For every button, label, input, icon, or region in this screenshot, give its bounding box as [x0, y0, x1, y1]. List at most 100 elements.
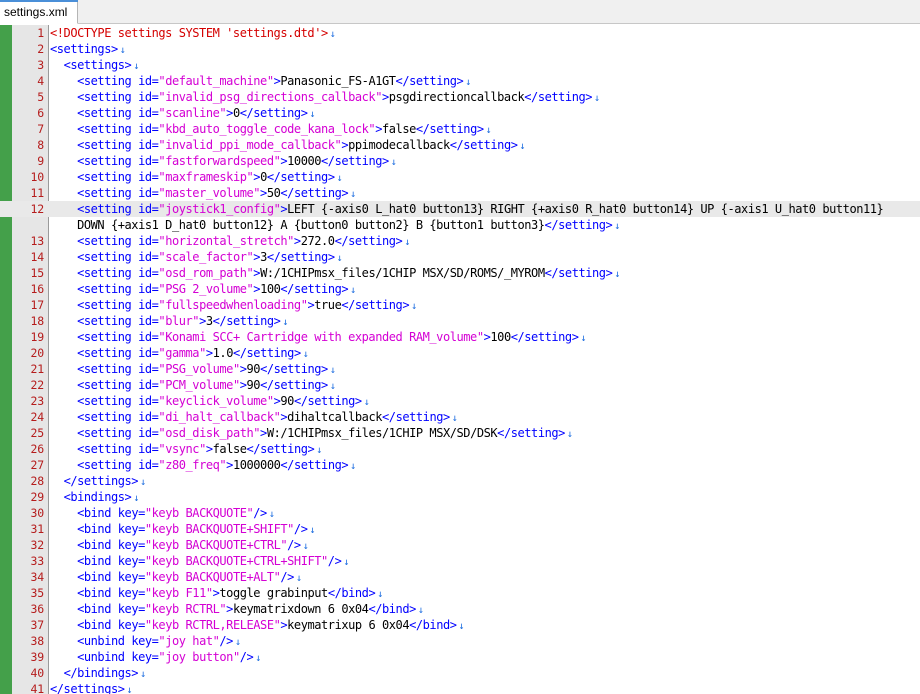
code-line[interactable]: 22 <setting id="PCM_volume">90</setting>…: [0, 377, 920, 393]
token-val: "osd_disk_path": [158, 426, 261, 440]
line-number: 39: [30, 650, 45, 664]
token-txt: DOWN {+axis1 D_hat0 button12} A {button0…: [50, 218, 545, 232]
token-txt: 100: [490, 330, 511, 344]
token-tag: </setting>: [266, 250, 335, 264]
code-line[interactable]: 13 <setting id="horizontal_stretch">272.…: [0, 233, 920, 249]
code-line[interactable]: 4 <setting id="default_machine">Panasoni…: [0, 73, 920, 89]
code-line[interactable]: 7 <setting id="kbd_auto_toggle_code_kana…: [0, 121, 920, 137]
code-line[interactable]: 11 <setting id="master_volume">50</setti…: [0, 185, 920, 201]
newline-arrow-icon: ↓: [234, 637, 241, 648]
code-line[interactable]: 29 <bindings> ↓: [0, 489, 920, 505]
code-line[interactable]: 14 <setting id="scale_factor">3</setting…: [0, 249, 920, 265]
token-attr: id=: [138, 330, 159, 344]
line-number: 10: [30, 170, 45, 184]
token-tag: <bind: [77, 618, 118, 632]
token-attr: id=: [138, 442, 159, 456]
code-line[interactable]: 8 <setting id="invalid_ppi_mode_callback…: [0, 137, 920, 153]
code-line[interactable]: 20 <setting id="gamma">1.0</setting> ↓: [0, 345, 920, 361]
code-line[interactable]: 28 </settings> ↓: [0, 473, 920, 489]
token-tag: <setting: [77, 266, 139, 280]
code-editor[interactable]: 1 <!DOCTYPE settings SYSTEM 'settings.dtd…: [0, 25, 920, 694]
code-line[interactable]: 41 </settings> ↓: [0, 681, 920, 694]
newline-arrow-icon: ↓: [329, 365, 336, 376]
token-tag: <unbind: [77, 650, 132, 664]
code-line[interactable]: 30 <bind key="keyb BACKQUOTE"/> ↓: [0, 505, 920, 521]
code-line[interactable]: 19 <setting id="Konami SCC+ Cartridge wi…: [0, 329, 920, 345]
token-tag: </setting>: [415, 122, 484, 136]
newline-arrow-icon: ↓: [336, 173, 343, 184]
code-line-wrapped[interactable]: DOWN {+axis1 D_hat0 button12} A {button0…: [0, 217, 920, 233]
token-attr: id=: [138, 458, 159, 472]
token-tag: </setting>: [524, 90, 593, 104]
code-line[interactable]: 21 <setting id="PSG_volume">90</setting>…: [0, 361, 920, 377]
code-line[interactable]: 25 <setting id="osd_disk_path">W:/1CHIPm…: [0, 425, 920, 441]
code-line[interactable]: 18 <setting id="blur">3</setting> ↓: [0, 313, 920, 329]
tab-bar: settings.xml: [0, 0, 920, 24]
tab-settings-xml[interactable]: settings.xml: [0, 0, 78, 24]
newline-arrow-icon: ↓: [411, 301, 417, 312]
code-line[interactable]: 27 <setting id="z80_freq">1000000</setti…: [0, 457, 920, 473]
code-line[interactable]: 23 <setting id="keyclick_volume">90</set…: [0, 393, 920, 409]
code-line[interactable]: 32 <bind key="keyb BACKQUOTE+CTRL"/> ↓: [0, 537, 920, 553]
newline-arrow-icon: ↓: [417, 605, 424, 616]
code-line[interactable]: 5 <setting id="invalid_psg_directions_ca…: [0, 89, 920, 105]
code-line[interactable]: 34 <bind key="keyb BACKQUOTE+ALT"/> ↓: [0, 569, 920, 585]
token-attr: key=: [117, 586, 146, 600]
line-number: 37: [30, 618, 45, 632]
line-number: 38: [30, 634, 45, 648]
active-tab-indicator: [0, 0, 78, 2]
token-tag: <setting: [77, 170, 139, 184]
line-number: 32: [30, 538, 45, 552]
code-line[interactable]: 35 <bind key="keyb F11">toggle grabinput…: [0, 585, 920, 601]
code-line[interactable]: 33 <bind key="keyb BACKQUOTE+CTRL+SHIFT"…: [0, 553, 920, 569]
code-line[interactable]: 6 <setting id="scanline">0</setting> ↓: [0, 105, 920, 121]
line-number: 15: [30, 266, 45, 280]
code-line[interactable]: 39 <unbind key="joy button"/> ↓: [0, 649, 920, 665]
line-number: 35: [30, 586, 45, 600]
code-line[interactable]: 26 <setting id="vsync">false</setting> ↓: [0, 441, 920, 457]
token-val: "vsync": [158, 442, 206, 456]
token-txt: dihaltcallback: [287, 410, 383, 424]
token-tag: >: [226, 106, 233, 120]
token-attr: key=: [131, 634, 159, 648]
line-number: 34: [30, 570, 45, 584]
code-line[interactable]: 15 <setting id="osd_rom_path">W:/1CHIPms…: [0, 265, 920, 281]
code-line[interactable]: 16 <setting id="PSG 2_volume">100</setti…: [0, 281, 920, 297]
line-number: 22: [30, 378, 45, 392]
token-txt: psgdirectioncallback: [388, 90, 525, 104]
newline-arrow-icon: ↓: [363, 397, 370, 408]
code-line[interactable]: 2 <settings> ↓: [0, 41, 920, 57]
token-tag: <settings>: [63, 58, 132, 72]
token-tag: </setting>: [239, 106, 308, 120]
code-line[interactable]: 9 <setting id="fastforwardspeed">10000</…: [0, 153, 920, 169]
token-attr: key=: [131, 650, 159, 664]
code-line[interactable]: 10 <setting id="maxframeskip">0</setting…: [0, 169, 920, 185]
line-number: 6: [37, 106, 44, 120]
token-attr: key=: [117, 506, 146, 520]
token-tag: </setting>: [280, 282, 349, 296]
code-line[interactable]: 1 <!DOCTYPE settings SYSTEM 'settings.dtd…: [0, 25, 920, 41]
code-line[interactable]: 36 <bind key="keyb RCTRL">keymatrixdown …: [0, 601, 920, 617]
token-val: "keyb BACKQUOTE+CTRL": [144, 538, 288, 552]
newline-arrow-icon: ↓: [309, 109, 316, 120]
token-txt: 1.0: [212, 346, 234, 360]
code-line[interactable]: 31 <bind key="keyb BACKQUOTE+SHIFT"/> ↓: [0, 521, 920, 537]
code-line[interactable]: 40 </bindings> ↓: [0, 665, 920, 681]
code-line[interactable]: 3 <settings> ↓: [0, 57, 920, 73]
code-line[interactable]: 38 <unbind key="joy hat"/> ↓: [0, 633, 920, 649]
code-line[interactable]: 24 <setting id="di_halt_callback">dihalt…: [0, 409, 920, 425]
code-line[interactable]: 17 <setting id="fullspeedwhenloading">tr…: [0, 297, 920, 313]
line-number: 31: [30, 522, 45, 536]
code-line[interactable]: 12 <setting id="joystick1_config">LEFT {…: [0, 201, 920, 217]
line-number: 26: [30, 442, 45, 456]
line-number: 4: [37, 74, 44, 88]
code-line[interactable]: 37 <bind key="keyb RCTRL,RELEASE">keymat…: [0, 617, 920, 633]
